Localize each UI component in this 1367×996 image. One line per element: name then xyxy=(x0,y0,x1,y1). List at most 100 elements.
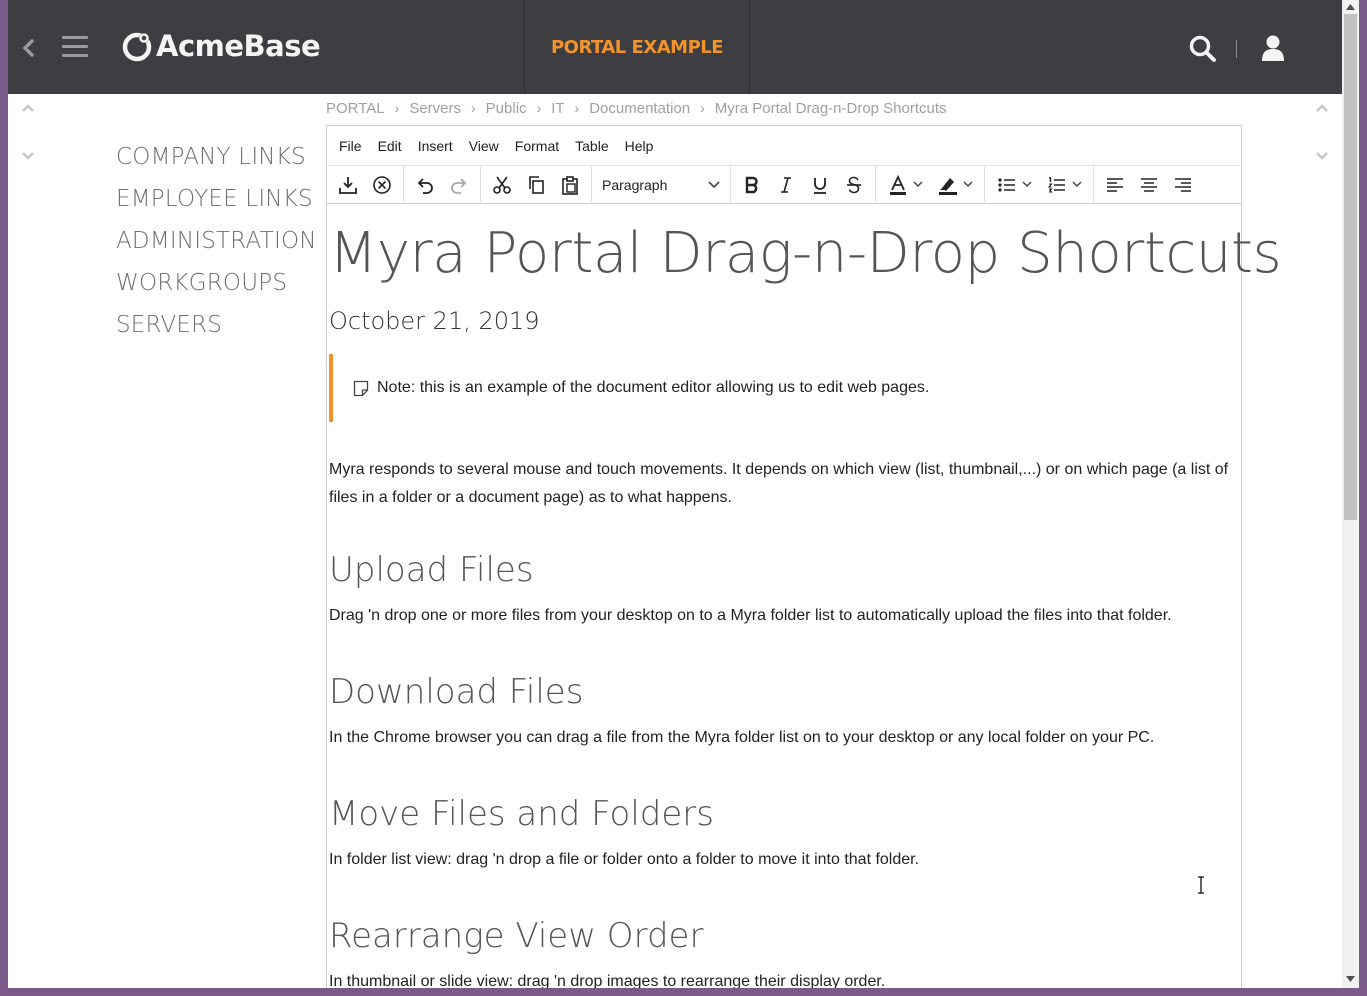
heading-rearrange-view-order: Rearrange View Order xyxy=(329,916,704,956)
breadcrumb-servers[interactable]: Servers xyxy=(409,100,461,117)
search-button[interactable] xyxy=(1188,34,1218,64)
menu-table[interactable]: Table xyxy=(567,138,616,154)
menu-help[interactable]: Help xyxy=(617,138,662,154)
highlight-color-button[interactable] xyxy=(930,170,980,200)
logo-text: AcmeBase xyxy=(156,29,321,63)
scroll-down-chevron-icon[interactable] xyxy=(1314,150,1330,162)
scrollbar-thumb[interactable] xyxy=(1344,14,1357,520)
paste-icon xyxy=(562,175,578,195)
align-left-button[interactable] xyxy=(1098,170,1132,200)
breadcrumb-portal[interactable]: PORTAL xyxy=(326,100,385,117)
chevron-down-icon xyxy=(912,181,923,188)
breadcrumb-separator: › xyxy=(471,100,476,116)
back-button[interactable] xyxy=(20,36,36,60)
user-button[interactable] xyxy=(1260,34,1286,62)
menu-view[interactable]: View xyxy=(461,138,507,154)
sidebar-item-workgroups[interactable]: WORKGROUPS xyxy=(116,266,317,308)
heading-move-files: Move Files and Folders xyxy=(329,794,714,834)
breadcrumb-public[interactable]: Public xyxy=(486,100,527,117)
sidebar-item-employee-links[interactable]: EMPLOYEE LINKS xyxy=(116,182,317,224)
sidebar-item-company-links[interactable]: COMPANY LINKS xyxy=(116,140,317,182)
cancel-icon xyxy=(373,175,391,194)
top-bar: AcmeBase PORTAL EXAMPLE xyxy=(8,0,1342,94)
chevron-down-icon xyxy=(1071,181,1082,188)
align-right-button[interactable] xyxy=(1166,170,1200,200)
chevron-down-icon xyxy=(962,181,973,188)
toolbar-group-block: Paragraph xyxy=(592,165,731,204)
copy-button[interactable] xyxy=(519,170,553,200)
breadcrumb-documentation[interactable]: Documentation xyxy=(589,100,690,117)
highlight-color-icon xyxy=(938,177,957,195)
paragraph-download-files: In the Chrome browser you can drag a fil… xyxy=(329,729,1155,746)
menu-file[interactable]: File xyxy=(331,138,370,154)
chevron-down-icon xyxy=(708,180,720,188)
scroll-down-chevron-icon[interactable] xyxy=(20,150,36,162)
undo-button[interactable] xyxy=(408,170,442,200)
editor-content[interactable]: Myra Portal Drag-n-Drop Shortcuts Octobe… xyxy=(327,204,1282,988)
cancel-button[interactable] xyxy=(365,170,399,200)
menu-icon-bar xyxy=(62,54,88,57)
heading-upload-files: Upload Files xyxy=(329,550,534,590)
search-icon xyxy=(1189,35,1216,62)
vertical-scrollbar[interactable] xyxy=(1342,0,1359,988)
back-icon xyxy=(22,39,34,57)
scroll-up-arrow-icon[interactable] xyxy=(1346,4,1355,10)
text-color-icon xyxy=(889,174,906,195)
strikethrough-button[interactable] xyxy=(837,170,871,200)
bullet-list-button[interactable] xyxy=(989,170,1039,200)
menu-format[interactable]: Format xyxy=(507,138,567,154)
italic-button[interactable] xyxy=(769,170,803,200)
chevron-down-icon xyxy=(1021,181,1032,188)
topbar-separator xyxy=(1236,40,1237,58)
menu-icon-bar xyxy=(62,45,88,48)
menu-insert[interactable]: Insert xyxy=(410,138,461,154)
save-icon xyxy=(339,176,357,194)
window-edge xyxy=(0,988,1367,996)
user-icon xyxy=(1262,35,1284,61)
align-center-icon xyxy=(1141,177,1157,192)
align-center-button[interactable] xyxy=(1132,170,1166,200)
cut-button[interactable] xyxy=(485,170,519,200)
italic-icon xyxy=(781,176,791,193)
breadcrumb-separator: › xyxy=(574,100,580,116)
window-edge xyxy=(1359,0,1367,996)
paragraph-move-files: In folder list view: drag 'n drop a file… xyxy=(329,851,920,868)
breadcrumb-separator: › xyxy=(700,100,705,116)
app-window: AcmeBase PORTAL EXAMPLE COMPANY LINKS EM… xyxy=(8,0,1342,988)
block-format-value: Paragraph xyxy=(602,176,668,193)
menu-icon xyxy=(62,36,88,39)
numbered-list-button[interactable] xyxy=(1039,170,1089,200)
toolbar-group-align xyxy=(1094,166,1204,204)
breadcrumb-current-page: Myra Portal Drag-n-Drop Shortcuts xyxy=(714,99,947,117)
underline-button[interactable] xyxy=(803,170,837,200)
breadcrumb: PORTAL › Servers › Public › IT › Documen… xyxy=(326,98,947,118)
paste-button[interactable] xyxy=(553,170,587,200)
save-button[interactable] xyxy=(331,170,365,200)
bold-button[interactable] xyxy=(735,170,769,200)
breadcrumb-it[interactable]: IT xyxy=(551,100,564,117)
sidebar-item-servers[interactable]: SERVERS xyxy=(116,308,317,350)
note-icon xyxy=(353,380,369,396)
editor-menubar: File Edit Insert View Format Table Help xyxy=(327,126,1241,166)
breadcrumb-separator: › xyxy=(536,100,542,116)
text-color-button[interactable] xyxy=(880,170,930,200)
scroll-down-arrow-icon[interactable] xyxy=(1346,976,1355,982)
editor-toolbar: Paragraph xyxy=(327,165,1241,204)
logo-icon xyxy=(122,32,152,62)
logo[interactable]: AcmeBase xyxy=(120,26,321,66)
scroll-up-chevron-icon[interactable] xyxy=(1314,102,1330,114)
align-right-icon xyxy=(1175,177,1191,192)
toolbar-group-save xyxy=(327,165,404,204)
block-format-select[interactable]: Paragraph xyxy=(596,170,726,200)
cut-icon xyxy=(493,176,511,194)
topbar-divider xyxy=(749,0,750,94)
scroll-up-chevron-icon[interactable] xyxy=(20,102,36,114)
align-left-icon xyxy=(1107,177,1123,192)
toolbar-group-lists xyxy=(985,165,1094,204)
menu-edit[interactable]: Edit xyxy=(370,138,410,154)
main-menu-button[interactable] xyxy=(62,36,88,58)
undo-icon xyxy=(417,177,433,194)
sidebar-item-administration[interactable]: ADMINISTRATION xyxy=(116,224,317,266)
strikethrough-icon xyxy=(847,176,861,193)
redo-button[interactable] xyxy=(442,170,476,200)
